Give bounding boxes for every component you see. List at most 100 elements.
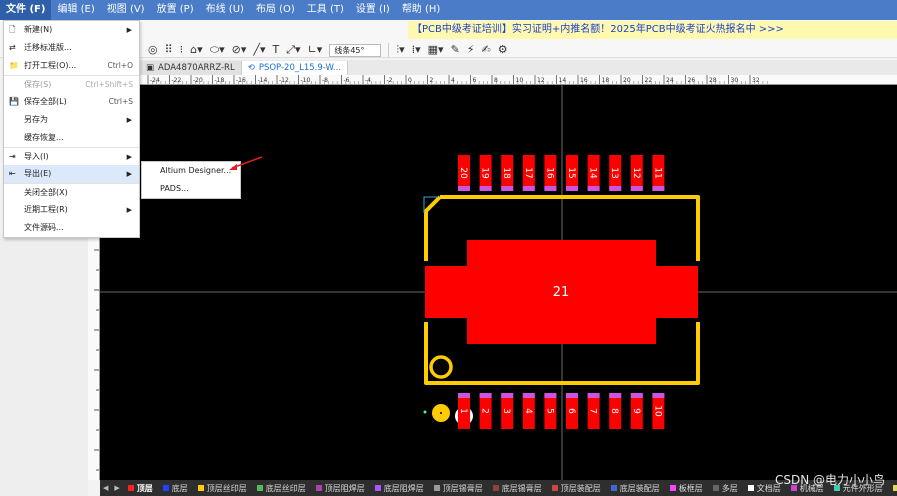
layer-item[interactable]: 底层阻焊层 — [370, 480, 429, 496]
pad-paste — [479, 186, 492, 191]
distribute-icon[interactable]: ⁞▾ — [412, 42, 421, 58]
line-icon[interactable]: ╱▾ — [253, 42, 265, 58]
smd-pad[interactable]: 5 — [544, 393, 557, 429]
smd-pad[interactable]: 1 — [458, 393, 470, 429]
smd-pad[interactable]: 2 — [479, 393, 492, 429]
layer-item[interactable]: 顶层装配层 — [547, 480, 606, 496]
file-menu-label: 迁移标准版... — [24, 43, 72, 52]
smd-pad[interactable]: 18 — [501, 155, 514, 191]
menu-4[interactable]: 布线 (U) — [200, 0, 250, 20]
migrate-icon: ⇄ — [9, 43, 16, 52]
ruler-tick-label: -18 — [215, 77, 225, 84]
ruler-tick-label: -8 — [322, 77, 328, 84]
text-icon[interactable]: T — [273, 42, 280, 58]
file-menu-label: 新建(N) — [24, 25, 53, 34]
pad-paste — [522, 186, 535, 191]
file-menu-item[interactable]: ⇤ 导出(E) ▶ — [4, 165, 139, 183]
smd-pad[interactable]: 15 — [566, 155, 578, 191]
pad-paste — [544, 186, 557, 191]
smd-pad[interactable]: 19 — [479, 155, 492, 191]
paint-icon[interactable]: ✍ — [482, 42, 491, 58]
smd-pad[interactable]: 17 — [522, 155, 535, 191]
angle-icon[interactable]: ∟▾ — [308, 42, 323, 58]
ellipse-icon[interactable]: ⬭▾ — [210, 42, 225, 58]
layer-item[interactable]: 元件标识 — [888, 480, 897, 496]
smd-pad[interactable]: 12 — [630, 155, 643, 191]
measure-icon[interactable]: ✎ — [451, 42, 460, 58]
file-menu-item[interactable]: 近期工程(R) ▶ — [4, 201, 139, 219]
layer-item[interactable]: 顶层阻焊层 — [311, 480, 370, 496]
ruler-tick-label: -16 — [236, 77, 246, 84]
menu-5[interactable]: 布局 (O) — [250, 0, 301, 20]
pad-number: 11 — [652, 167, 662, 178]
polygon-icon[interactable]: ⌂▾ — [190, 42, 203, 58]
pad-icon[interactable]: ⁝ — [180, 42, 184, 58]
layer-item[interactable]: 顶层锡膏层 — [429, 480, 488, 496]
smd-pad[interactable]: 9 — [630, 393, 643, 429]
layer-item[interactable]: 多层 — [708, 480, 743, 496]
settings-icon[interactable]: ⚙ — [498, 42, 508, 58]
menu-8[interactable]: 帮助 (H) — [396, 0, 447, 20]
smd-pad[interactable]: 4 — [522, 393, 535, 429]
promo-banner[interactable]: 【PCB中级考证培训】实习证明+内推名额！2025年PCB中级考证火热报名中 >… — [408, 21, 897, 39]
smd-pad[interactable]: 8 — [609, 393, 622, 429]
layer-item[interactable]: 顶层 — [123, 480, 158, 496]
file-menu-item[interactable]: 缓存恢复... — [4, 129, 139, 147]
file-menu-label: 文件源码... — [24, 223, 64, 232]
grid-icon[interactable]: ▦▾ — [428, 42, 444, 58]
layer-label: 顶层装配层 — [560, 483, 601, 493]
route-icon[interactable]: ⚡ — [467, 42, 475, 58]
smd-pad[interactable]: 3 — [501, 393, 514, 429]
pad-row-icon[interactable]: ⠿ — [165, 42, 173, 58]
layer-item[interactable]: 底层丝印层 — [252, 480, 311, 496]
pad-paste — [630, 393, 643, 398]
align-icon[interactable]: ⫶▾ — [396, 42, 404, 58]
layer-label: 顶层 — [136, 483, 153, 493]
pcb-canvas[interactable]: 21 20 19 18 17 16 15 14 13 12 11 1 2 3 4 5 6 7 8 9 10 — [100, 85, 897, 480]
menu-2[interactable]: 视图 (V) — [101, 0, 151, 20]
file-menu-label: 导入(I) — [24, 152, 49, 161]
export-option[interactable]: PADS... — [142, 180, 240, 198]
smd-pad[interactable]: 6 — [566, 393, 578, 429]
smd-pad[interactable]: 13 — [609, 155, 622, 191]
file-menu-item[interactable]: ⇥ 导入(I) ▶ — [4, 147, 139, 165]
dimension-icon[interactable]: ⤢▾ — [286, 42, 300, 58]
smd-pad[interactable]: 16 — [544, 155, 557, 191]
file-menu-item[interactable]: 另存为 ▶ — [4, 111, 139, 129]
shortcut-label: Ctrl+O — [107, 61, 133, 70]
menu-7[interactable]: 设置 (I) — [350, 0, 396, 20]
menu-3[interactable]: 放置 (P) — [151, 0, 200, 20]
menu-1[interactable]: 编辑 (E) — [51, 0, 100, 20]
pad-number: 18 — [501, 167, 511, 179]
smd-pad[interactable]: 7 — [587, 393, 600, 429]
menu-0[interactable]: 文件 (F) — [0, 0, 52, 20]
menu-6[interactable]: 工具 (T) — [301, 0, 350, 20]
line-mode-select[interactable]: 线条45° — [329, 43, 382, 57]
file-menu-item[interactable]: ⇄ 迁移标准版... — [4, 39, 139, 57]
file-menu-item[interactable]: 🗋 新建(N) ▶ — [4, 21, 139, 39]
via-icon[interactable]: ◎ — [148, 42, 158, 58]
smd-pad[interactable]: 14 — [587, 155, 600, 191]
scroll-left-icon[interactable]: ◀ — [100, 484, 111, 492]
smd-pad[interactable]: 11 — [652, 155, 665, 191]
tab-footprint[interactable]: ⟲ PSOP-20_L15.9-W... — [241, 61, 349, 75]
file-menu-item[interactable]: 💾 保存全部(L) Ctrl+S — [4, 93, 139, 111]
smd-pad[interactable]: 10 — [652, 393, 665, 429]
pad-number: 14 — [588, 167, 598, 179]
smd-pad[interactable]: 20 — [458, 155, 470, 191]
pad-number: 13 — [609, 167, 619, 178]
scroll-right-icon[interactable]: ▶ — [111, 484, 122, 492]
file-menu-item[interactable]: 文件源码... — [4, 219, 139, 237]
pad-paste — [609, 186, 622, 191]
layer-item[interactable]: 底层 — [158, 480, 193, 496]
no-symbol-icon[interactable]: ⊘▾ — [232, 42, 247, 58]
layer-item[interactable]: 底层装配层 — [606, 480, 665, 496]
tab-schematic[interactable]: ▣ ADA4870ARRZ-RL — [140, 61, 242, 75]
file-menu-item[interactable]: 关闭全部(X) — [4, 183, 139, 201]
layer-item[interactable]: 顶层丝印层 — [193, 480, 252, 496]
layer-item[interactable]: 板框层 — [665, 480, 708, 496]
layer-label: 底层锡膏层 — [501, 483, 542, 493]
layer-item[interactable]: 底层锡膏层 — [488, 480, 547, 496]
shortcut-label: Ctrl+S — [108, 97, 133, 106]
file-menu-item[interactable]: 📁 打开工程(O)... Ctrl+O — [4, 57, 139, 75]
